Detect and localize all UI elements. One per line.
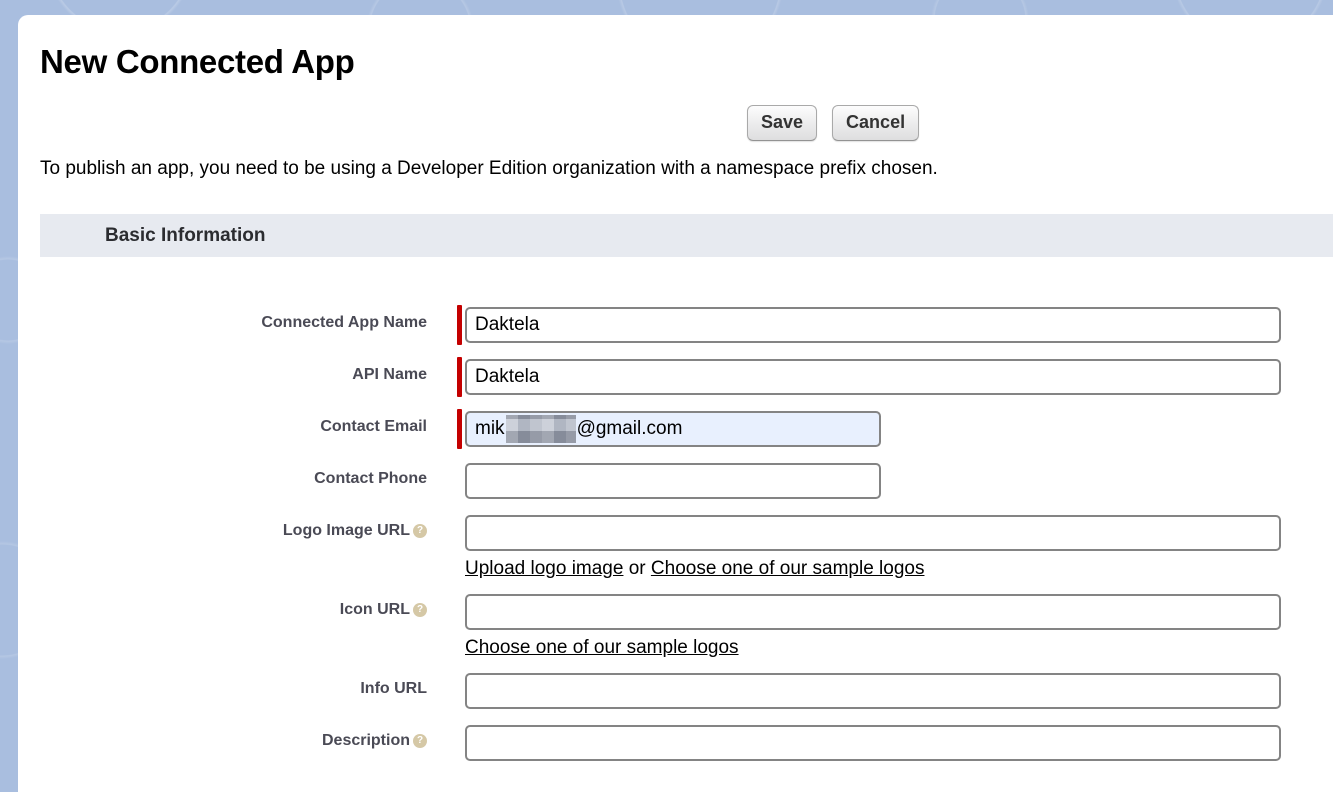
save-button[interactable]: Save bbox=[747, 105, 817, 141]
required-bar bbox=[457, 357, 462, 397]
contact-phone-input[interactable] bbox=[465, 463, 881, 499]
help-icon[interactable]: ? bbox=[413, 524, 427, 538]
email-prefix-text: mik bbox=[475, 418, 505, 440]
help-icon[interactable]: ? bbox=[413, 734, 427, 748]
contact-email-label: Contact Email bbox=[18, 409, 427, 449]
api-name-input[interactable] bbox=[465, 359, 1281, 395]
cancel-button[interactable]: Cancel bbox=[832, 105, 919, 141]
page-title: New Connected App bbox=[40, 43, 355, 81]
row-contact-phone: Contact Phone bbox=[18, 461, 1333, 501]
required-bar bbox=[457, 409, 462, 449]
row-description: Description? bbox=[18, 723, 1333, 763]
contact-email-input[interactable]: mik @gmail.com bbox=[465, 411, 881, 447]
choose-sample-logos-link[interactable]: Choose one of our sample logos bbox=[651, 558, 925, 579]
connected-app-name-label: Connected App Name bbox=[18, 305, 427, 345]
help-icon[interactable]: ? bbox=[413, 603, 427, 617]
required-bar-spacer bbox=[457, 513, 462, 553]
icon-url-input[interactable] bbox=[465, 594, 1281, 630]
info-url-label: Info URL bbox=[18, 671, 427, 711]
row-connected-app-name: Connected App Name bbox=[18, 305, 1333, 345]
required-bar-spacer bbox=[457, 671, 462, 711]
info-url-input[interactable] bbox=[465, 673, 1281, 709]
row-info-url: Info URL bbox=[18, 671, 1333, 711]
choose-sample-logos-icon-link[interactable]: Choose one of our sample logos bbox=[465, 637, 739, 658]
email-suffix-text: @gmail.com bbox=[577, 418, 683, 440]
section-title: Basic Information bbox=[105, 225, 265, 247]
required-bar bbox=[457, 305, 462, 345]
contact-phone-label: Contact Phone bbox=[18, 461, 427, 501]
redacted-email-blur bbox=[506, 415, 576, 443]
content-layer: New Connected App Save Cancel To publish… bbox=[18, 15, 1333, 792]
required-bar-spacer bbox=[457, 461, 462, 501]
icon-url-label: Icon URL? bbox=[18, 592, 427, 632]
logo-image-url-input[interactable] bbox=[465, 515, 1281, 551]
icon-links-line: Choose one of our sample logos bbox=[465, 637, 1333, 659]
or-text: or bbox=[623, 558, 650, 579]
required-bar-spacer bbox=[457, 592, 462, 632]
description-input[interactable] bbox=[465, 725, 1281, 761]
publish-note: To publish an app, you need to be using … bbox=[40, 158, 938, 180]
row-icon-url: Icon URL? Choose one of our sample logos bbox=[18, 592, 1333, 659]
description-label: Description? bbox=[18, 723, 427, 763]
api-name-label: API Name bbox=[18, 357, 427, 397]
action-button-row: Save Cancel bbox=[747, 105, 919, 141]
row-api-name: API Name bbox=[18, 357, 1333, 397]
section-header-basic-information: Basic Information bbox=[40, 214, 1333, 257]
row-logo-image-url: Logo Image URL? Upload logo image or Cho… bbox=[18, 513, 1333, 580]
logo-image-url-label: Logo Image URL? bbox=[18, 513, 427, 553]
row-contact-email: Contact Email mik @gmail.com bbox=[18, 409, 1333, 449]
connected-app-name-input[interactable] bbox=[465, 307, 1281, 343]
logo-links-line: Upload logo image or Choose one of our s… bbox=[465, 558, 1333, 580]
required-bar-spacer bbox=[457, 723, 462, 763]
upload-logo-image-link[interactable]: Upload logo image bbox=[465, 558, 623, 579]
basic-information-form: Connected App Name API Name Contact Emai… bbox=[18, 305, 1333, 775]
